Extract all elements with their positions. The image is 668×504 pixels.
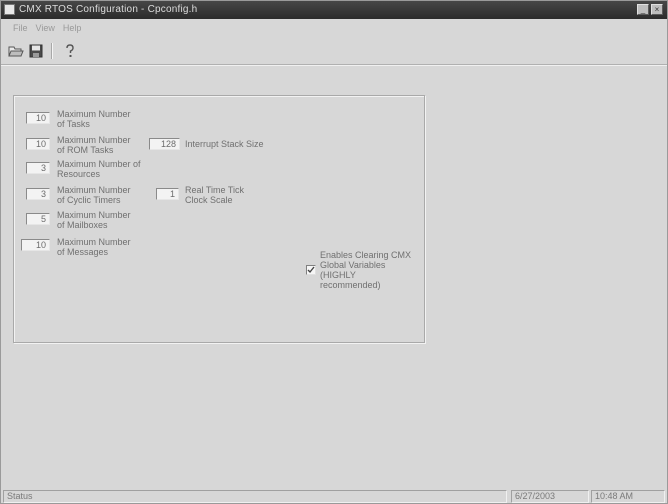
max-tasks-input[interactable]: 10 [26,112,50,124]
save-button[interactable] [27,42,45,60]
clear-globals-label-line2: Global Variables [320,260,386,270]
real-time-tick-label-line1: Real Time Tick [185,185,245,195]
toolbar-divider [1,64,667,66]
menu-bar: File View Help [1,20,667,36]
max-mailboxes-label-line1: Maximum Number [57,210,131,220]
max-tasks-label: Maximum Number of Tasks [57,109,131,129]
toolbar-separator [51,43,53,59]
status-date: 6/27/2003 [511,490,589,503]
interrupt-stack-size-input[interactable]: 128 [149,138,180,150]
app-window: CMX RTOS Configuration - Cpconfig.h _ × … [0,0,668,504]
clear-globals-label-line1: Enables Clearing CMX [320,250,412,260]
max-rom-tasks-label-line1: Maximum Number [57,135,131,145]
max-rom-tasks-label: Maximum Number of ROM Tasks [57,135,131,155]
max-mailboxes-label-line2: of Mailboxes [57,220,108,230]
max-mailboxes-label: Maximum Number of Mailboxes [57,210,131,230]
max-resources-label-line2: Resources [57,169,101,179]
max-cyclic-timers-label: Maximum Number of Cyclic Timers [57,185,131,205]
open-button[interactable] [7,42,25,60]
max-messages-label-line1: Maximum Number [57,237,131,247]
help-icon [66,44,74,57]
max-resources-input[interactable]: 3 [26,162,50,174]
minimize-button[interactable]: _ [637,4,649,15]
max-resources-label-line1: Maximum Number of [57,159,141,169]
save-disk-icon [29,44,43,58]
max-messages-label-line2: of Messages [57,247,109,257]
max-messages-input[interactable]: 10 [21,239,50,251]
clear-globals-label: Enables Clearing CMX Global Variables (H… [320,250,411,290]
status-bar: Status 6/27/2003 10:48 AM [1,487,667,503]
max-tasks-label-line1: Maximum Number [57,109,131,119]
window-controls: _ × [637,4,663,15]
max-messages-label: Maximum Number of Messages [57,237,131,257]
interrupt-stack-size-label: Interrupt Stack Size [185,139,264,149]
menu-file[interactable]: File [13,23,28,33]
window-title: CMX RTOS Configuration - Cpconfig.h [19,4,198,15]
clear-globals-checkbox[interactable] [306,265,316,275]
menu-view[interactable]: View [36,23,55,33]
open-folder-icon [8,46,24,57]
toolbar [1,39,667,66]
status-text: Status [3,490,507,503]
clear-globals-label-line3: (HIGHLY [320,270,356,280]
real-time-tick-label-line2: Clock Scale [185,195,233,205]
max-mailboxes-input[interactable]: 5 [26,213,50,225]
max-rom-tasks-input[interactable]: 10 [26,138,50,150]
max-cyclic-timers-input[interactable]: 3 [26,188,50,200]
clear-globals-label-line4: recommended) [320,280,381,290]
app-icon[interactable] [4,4,15,15]
status-time: 10:48 AM [591,490,665,503]
help-button[interactable] [61,42,79,60]
real-time-tick-label: Real Time Tick Clock Scale [185,185,244,205]
max-tasks-label-line2: of Tasks [57,119,90,129]
max-cyclic-timers-label-line2: of Cyclic Timers [57,195,121,205]
menu-help[interactable]: Help [63,23,82,33]
title-bar[interactable]: CMX RTOS Configuration - Cpconfig.h _ × [1,1,667,19]
real-time-tick-input[interactable]: 1 [156,188,179,200]
max-rom-tasks-label-line2: of ROM Tasks [57,145,114,155]
close-button[interactable]: × [651,4,663,15]
max-cyclic-timers-label-line1: Maximum Number [57,185,131,195]
checkmark-icon [307,266,315,274]
max-resources-label: Maximum Number of Resources [57,159,141,179]
